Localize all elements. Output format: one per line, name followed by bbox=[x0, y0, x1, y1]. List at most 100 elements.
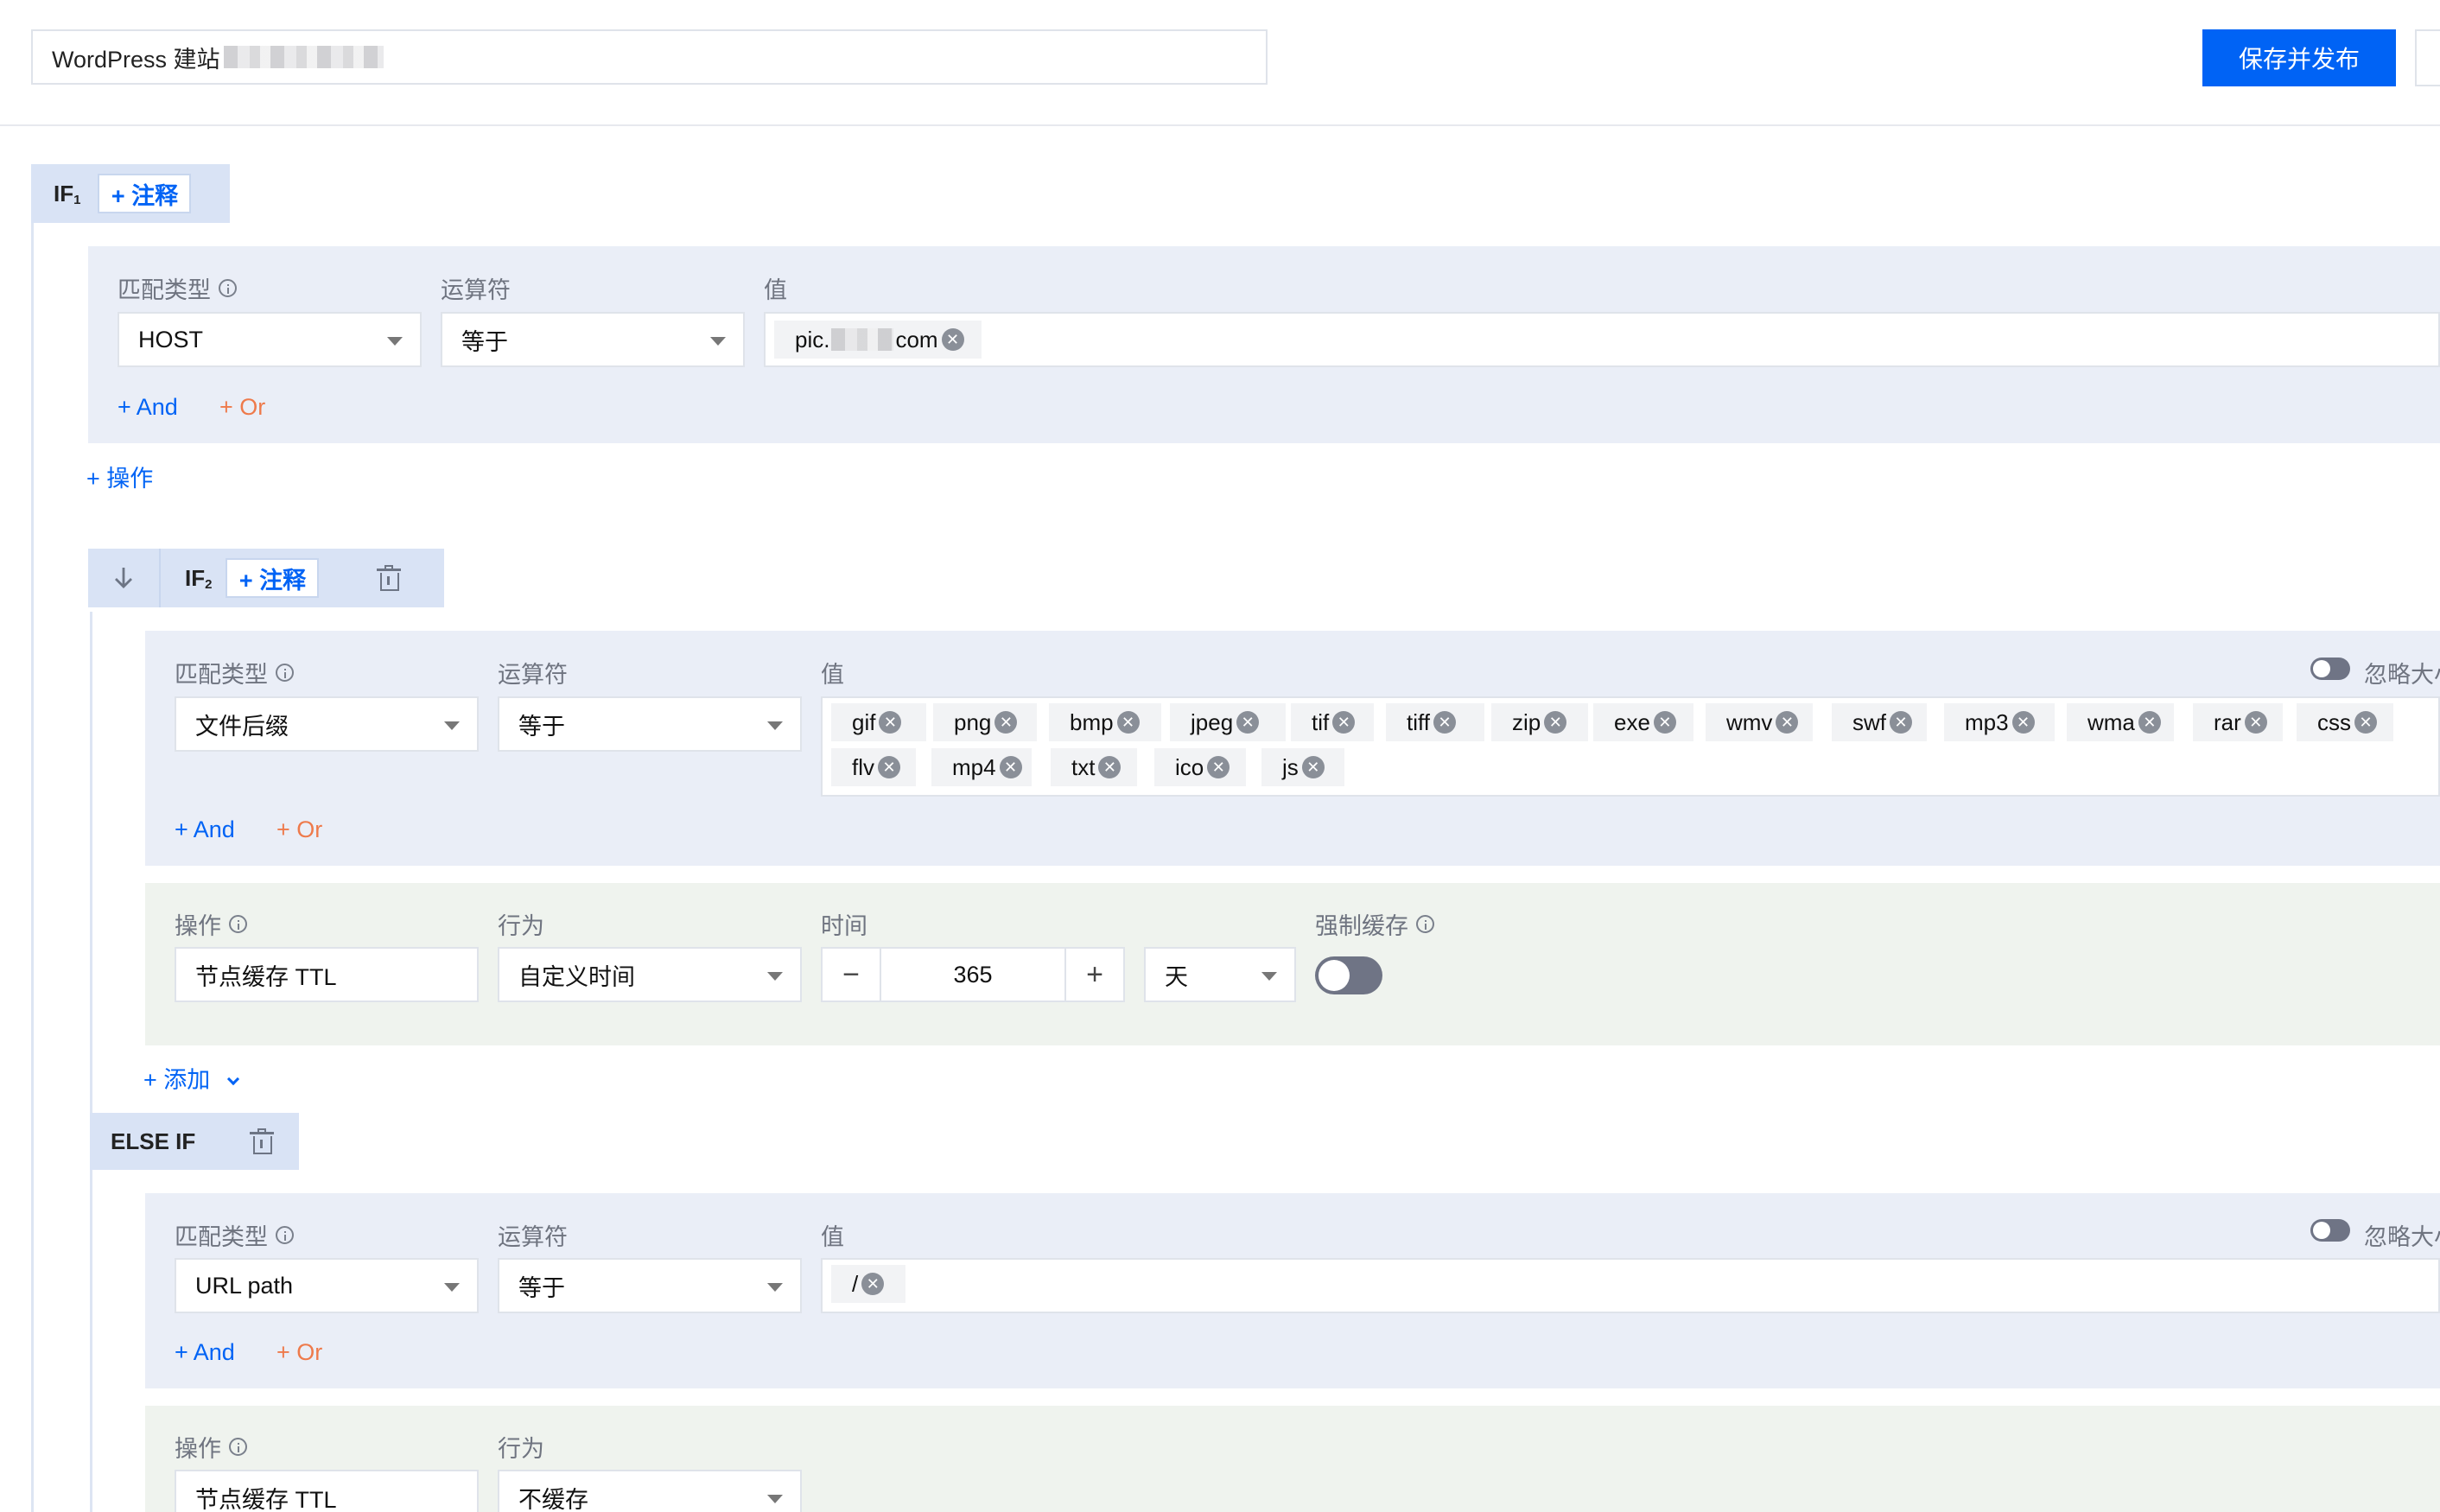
value-tag: rar ✕ bbox=[2193, 703, 2283, 741]
if2-match-type-select[interactable]: 文件后缀 bbox=[175, 696, 479, 752]
if2-value-label: 值 bbox=[821, 662, 844, 688]
value-tag: zip ✕ bbox=[1491, 703, 1588, 741]
decrement-button[interactable]: − bbox=[823, 949, 880, 1001]
close-circle-icon[interactable]: ✕ bbox=[1332, 711, 1356, 734]
close-circle-icon[interactable]: ✕ bbox=[941, 328, 964, 351]
if2-ignore-case-toggle[interactable] bbox=[2310, 658, 2350, 680]
if2-operation-field[interactable]: 节点缓存 TTL bbox=[175, 947, 479, 1002]
else-if-value-input[interactable] bbox=[821, 1258, 2440, 1313]
else-if-or-link[interactable]: + Or bbox=[276, 1339, 322, 1366]
value-tag: flv ✕ bbox=[831, 748, 916, 786]
else-if-operator-select[interactable]: 等于 bbox=[498, 1258, 802, 1313]
save-publish-button[interactable]: 保存并发布 bbox=[2202, 29, 2396, 86]
close-circle-icon[interactable]: ✕ bbox=[879, 711, 902, 734]
close-circle-icon[interactable]: ✕ bbox=[1207, 756, 1230, 778]
if2-time-unit-select[interactable]: 天 bbox=[1144, 947, 1296, 1002]
if2-operator-select[interactable]: 等于 bbox=[498, 696, 802, 752]
info-icon bbox=[276, 664, 294, 682]
if2-add-menu[interactable]: + 添加 bbox=[143, 1061, 240, 1095]
if1-or-link[interactable]: + Or bbox=[219, 394, 265, 421]
move-down-button[interactable] bbox=[88, 549, 161, 607]
if2-label: IF2 bbox=[185, 564, 213, 592]
if2-guide-line bbox=[90, 612, 92, 1512]
if2-header: IF2 + 注释 bbox=[88, 549, 444, 607]
caret-down-icon bbox=[767, 1495, 783, 1503]
close-circle-icon[interactable]: ✕ bbox=[1544, 711, 1567, 734]
if1-label: IF1 bbox=[54, 180, 81, 207]
trash-icon[interactable] bbox=[249, 1128, 275, 1154]
if2-operation-label: 操作 bbox=[175, 907, 247, 941]
caret-down-icon bbox=[444, 721, 460, 730]
if2-and-link[interactable]: + And bbox=[175, 816, 235, 843]
caret-down-icon bbox=[767, 1283, 783, 1292]
else-if-operator-label: 运算符 bbox=[498, 1224, 568, 1250]
close-circle-icon[interactable]: ✕ bbox=[1301, 756, 1325, 778]
close-circle-icon[interactable]: ✕ bbox=[994, 711, 1018, 734]
if1-add-operation-link[interactable]: + 操作 bbox=[86, 460, 153, 493]
if1-value-input[interactable] bbox=[764, 312, 2440, 367]
caret-down-icon bbox=[710, 337, 726, 346]
if2-behavior-label: 行为 bbox=[498, 913, 544, 939]
close-circle-icon[interactable]: ✕ bbox=[1098, 756, 1122, 778]
close-circle-icon[interactable]: ✕ bbox=[2244, 711, 2267, 734]
else-if-header: ELSE IF bbox=[90, 1113, 299, 1170]
else-if-value-label: 值 bbox=[821, 1224, 844, 1250]
if2-operator-label: 运算符 bbox=[498, 662, 568, 688]
if1-match-type-label: 匹配类型 bbox=[118, 271, 237, 305]
rule-name-input[interactable]: WordPress 建站 bbox=[31, 29, 1268, 85]
if2-time-stepper[interactable]: − 365 + bbox=[821, 947, 1125, 1002]
value-tag: / ✕ bbox=[831, 1265, 905, 1303]
close-circle-icon[interactable]: ✕ bbox=[1236, 711, 1260, 734]
caret-down-icon bbox=[767, 972, 783, 981]
else-if-and-link[interactable]: + And bbox=[175, 1339, 235, 1366]
caret-down-icon bbox=[767, 721, 783, 730]
close-circle-icon[interactable]: ✕ bbox=[1116, 711, 1140, 734]
close-circle-icon[interactable]: ✕ bbox=[2138, 711, 2161, 734]
value-tag: css ✕ bbox=[2297, 703, 2393, 741]
if2-behavior-select[interactable]: 自定义时间 bbox=[498, 947, 802, 1002]
info-icon bbox=[1416, 915, 1434, 933]
info-icon bbox=[229, 915, 247, 933]
time-value[interactable]: 365 bbox=[880, 949, 1066, 1001]
info-icon bbox=[229, 1438, 247, 1456]
increment-button[interactable]: + bbox=[1066, 949, 1123, 1001]
close-circle-icon[interactable]: ✕ bbox=[2354, 711, 2377, 734]
value-tag: txt ✕ bbox=[1051, 748, 1137, 786]
close-circle-icon[interactable]: ✕ bbox=[1890, 711, 1912, 734]
value-tag: exe ✕ bbox=[1593, 703, 1693, 741]
close-circle-icon[interactable]: ✕ bbox=[878, 756, 900, 778]
chevron-down-icon bbox=[227, 1072, 240, 1086]
else-if-behavior-select[interactable]: 不缓存 bbox=[498, 1470, 802, 1512]
if2-match-type-label: 匹配类型 bbox=[175, 656, 294, 689]
else-if-match-type-select[interactable]: URL path bbox=[175, 1258, 479, 1313]
else-if-ignore-case-label: 忽略大小 bbox=[2364, 1224, 2440, 1250]
close-circle-icon[interactable]: ✕ bbox=[1776, 711, 1799, 734]
if1-and-link[interactable]: + And bbox=[118, 394, 178, 421]
redacted-text bbox=[223, 46, 384, 68]
secondary-button[interactable] bbox=[2415, 29, 2440, 86]
else-if-ignore-case-toggle[interactable] bbox=[2310, 1219, 2350, 1242]
trash-icon[interactable] bbox=[376, 565, 402, 591]
if1-operator-select[interactable]: 等于 bbox=[441, 312, 745, 367]
if1-add-note-button[interactable]: + 注释 bbox=[98, 174, 192, 213]
if2-force-cache-toggle[interactable] bbox=[1315, 956, 1382, 994]
value-tag: swf ✕ bbox=[1832, 703, 1927, 741]
value-tag: tif ✕ bbox=[1291, 703, 1374, 741]
value-tag: wma ✕ bbox=[2067, 703, 2174, 741]
if2-time-label: 时间 bbox=[821, 913, 867, 939]
else-if-operation-label: 操作 bbox=[175, 1430, 247, 1464]
close-circle-icon[interactable]: ✕ bbox=[861, 1273, 885, 1295]
if2-add-note-button[interactable]: + 注释 bbox=[226, 558, 320, 598]
if1-match-type-select[interactable]: HOST bbox=[118, 312, 422, 367]
value-tag: mp4 ✕ bbox=[931, 748, 1032, 786]
else-if-operation-field[interactable]: 节点缓存 TTL bbox=[175, 1470, 479, 1512]
close-circle-icon[interactable]: ✕ bbox=[999, 756, 1022, 778]
if2-or-link[interactable]: + Or bbox=[276, 816, 322, 843]
close-circle-icon[interactable]: ✕ bbox=[1433, 711, 1456, 734]
if1-header: IF1 + 注释 bbox=[31, 164, 230, 223]
close-circle-icon[interactable]: ✕ bbox=[1653, 711, 1676, 734]
close-circle-icon[interactable]: ✕ bbox=[2011, 711, 2035, 734]
redacted-text bbox=[831, 328, 894, 351]
else-if-action-panel bbox=[145, 1406, 2440, 1512]
caret-down-icon bbox=[387, 337, 403, 346]
